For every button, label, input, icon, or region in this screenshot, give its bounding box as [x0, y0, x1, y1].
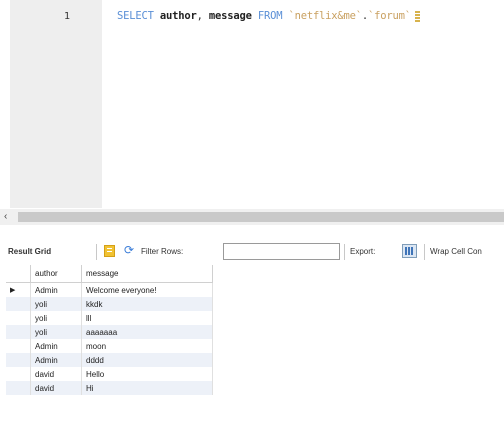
cell-message[interactable]: Hello — [81, 367, 213, 381]
horizontal-scrollbar[interactable]: ‹ — [0, 209, 504, 225]
result-toolbar: Result Grid ⟳ Filter Rows: Export: Wrap … — [0, 240, 504, 264]
result-table: author message ▶ Admin Welcome everyone!… — [6, 265, 213, 395]
cell-message[interactable]: kkdk — [81, 297, 213, 311]
refresh-icon[interactable]: ⟳ — [124, 243, 134, 257]
scrollbar-thumb[interactable] — [18, 212, 504, 222]
cell-author[interactable]: david — [30, 381, 82, 395]
toolbar-divider — [96, 244, 97, 260]
row-indicator — [6, 367, 31, 381]
export-label: Export: — [350, 247, 376, 256]
row-indicator-header — [6, 265, 31, 283]
cell-author[interactable]: yoli — [30, 325, 82, 339]
row-indicator — [6, 339, 31, 353]
table-row[interactable]: Admin dddd — [6, 353, 213, 367]
cell-message[interactable]: Hi — [81, 381, 213, 395]
row-indicator — [6, 325, 31, 339]
table-row[interactable]: yoli lll — [6, 311, 213, 325]
cell-message[interactable]: lll — [81, 311, 213, 325]
cell-author[interactable]: yoli — [30, 311, 82, 325]
table-row[interactable]: ▶ Admin Welcome everyone! — [6, 282, 213, 297]
toolbar-divider — [344, 244, 345, 260]
schema-name: `netflix&me` — [288, 10, 362, 22]
row-indicator — [6, 311, 31, 325]
cell-message[interactable]: aaaaaaa — [81, 325, 213, 339]
cell-author[interactable]: Admin — [30, 282, 82, 297]
grid-view-icon[interactable] — [104, 245, 115, 257]
result-grid-tab[interactable]: Result Grid — [8, 247, 51, 256]
comma: , — [196, 10, 203, 22]
export-icon[interactable] — [402, 244, 417, 258]
cell-message[interactable]: moon — [81, 339, 213, 353]
row-indicator — [6, 353, 31, 367]
filter-rows-input[interactable] — [223, 243, 340, 260]
cell-author[interactable]: Admin — [30, 353, 82, 367]
keyword-select: SELECT — [117, 10, 154, 22]
result-grid[interactable]: author message ▶ Admin Welcome everyone!… — [6, 265, 222, 395]
toolbar-divider — [424, 244, 425, 260]
statement-marker-icon — [414, 10, 420, 22]
keyword-from: FROM — [257, 10, 283, 22]
column-author: author — [159, 10, 197, 22]
sql-code-line[interactable]: SELECT author, message FROM `netflix&me`… — [117, 10, 420, 22]
cell-author[interactable]: Admin — [30, 339, 82, 353]
line-number: 1 — [64, 11, 71, 22]
column-header-author[interactable]: author — [30, 265, 82, 283]
cell-author[interactable]: yoli — [30, 297, 82, 311]
table-row[interactable]: yoli kkdk — [6, 297, 213, 311]
table-row[interactable]: david Hello — [6, 367, 213, 381]
table-row[interactable]: david Hi — [6, 381, 213, 395]
row-indicator — [6, 381, 31, 395]
wrap-cell-content-label[interactable]: Wrap Cell Con — [430, 247, 482, 256]
table-row[interactable]: yoli aaaaaaa — [6, 325, 213, 339]
scroll-left-icon[interactable]: ‹ — [4, 211, 7, 223]
line-number-gutter: 1 — [10, 0, 102, 208]
cell-author[interactable]: david — [30, 367, 82, 381]
table-name: `forum` — [368, 10, 411, 22]
header-row: author message — [6, 265, 213, 283]
column-header-message[interactable]: message — [81, 265, 213, 283]
cell-message[interactable]: Welcome everyone! — [81, 282, 213, 297]
filter-rows-label: Filter Rows: — [141, 247, 184, 256]
table-row[interactable]: Admin moon — [6, 339, 213, 353]
cell-message[interactable]: dddd — [81, 353, 213, 367]
current-row-indicator-icon: ▶ — [6, 282, 31, 297]
sql-editor[interactable]: 1 SELECT author, message FROM `netflix&m… — [0, 0, 504, 208]
column-message: message — [208, 10, 252, 22]
row-indicator — [6, 297, 31, 311]
